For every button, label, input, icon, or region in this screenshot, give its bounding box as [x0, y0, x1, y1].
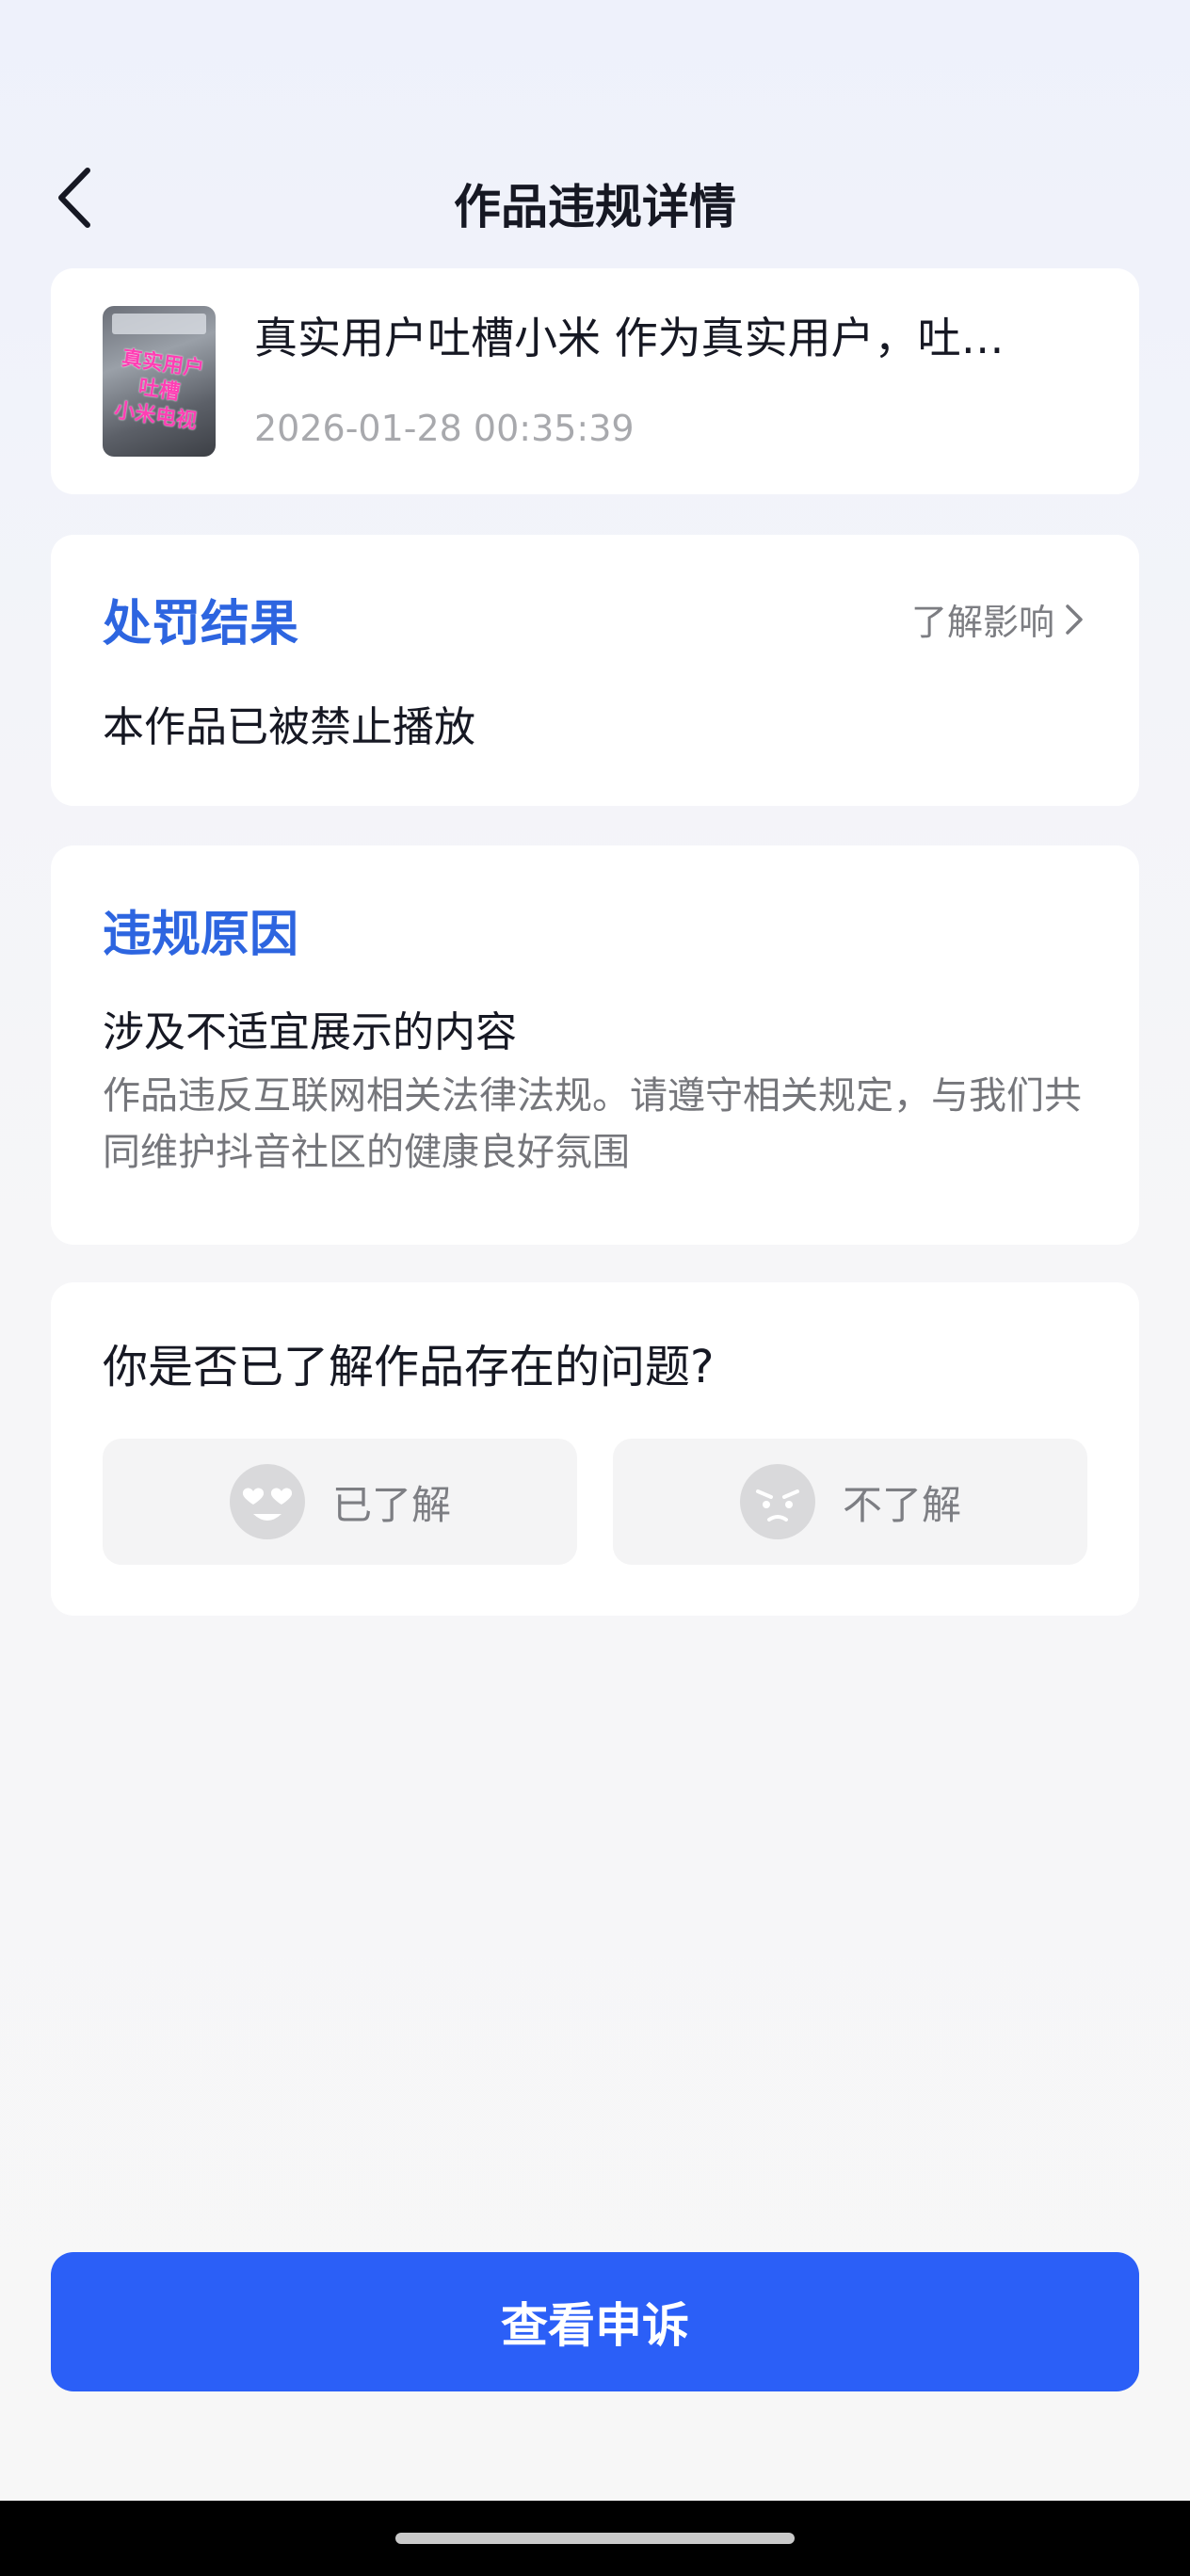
angry-face-icon: [739, 1464, 815, 1539]
learn-impact-label: 了解影响: [910, 602, 1054, 643]
home-indicator[interactable]: [395, 2533, 795, 2544]
video-title: 真实用户吐槽小米 作为真实用户，吐…: [254, 313, 1005, 363]
header: 作品违规详情: [0, 141, 1190, 254]
reason-description: 作品违反互联网相关法律法规。请遵守相关规定，与我们共同维护抖音社区的健康良好氛围: [103, 1074, 1082, 1174]
understood-button[interactable]: 已了解: [103, 1439, 577, 1565]
not-understood-button[interactable]: 不了解: [613, 1439, 1087, 1565]
learn-impact-link[interactable]: 了解影响: [911, 593, 1085, 645]
video-card[interactable]: 真实用户 吐槽 小米电视 真实用户吐槽小米 作为真实用户，吐… 2026-01-…: [51, 268, 1139, 494]
not-understood-label: 不了解: [842, 1481, 961, 1528]
reason-card: 违规原因 涉及不适宜展示的内容 作品违反互联网相关法律法规。请遵守相关规定，与我…: [51, 845, 1139, 1245]
penalty-result: 本作品已被禁止播放: [103, 703, 475, 751]
chevron-right-icon: [1066, 604, 1083, 635]
understood-label: 已了解: [331, 1481, 451, 1528]
penalty-heading: 处罚结果: [103, 596, 299, 652]
video-timestamp: 2026-01-28 00:35:39: [254, 408, 635, 449]
feedback-card: 你是否已了解作品存在的问题? 已了解 不了解: [51, 1282, 1139, 1616]
reason-subtitle: 涉及不适宜展示的内容: [103, 1008, 517, 1056]
video-thumbnail[interactable]: 真实用户 吐槽 小米电视: [103, 306, 216, 457]
view-appeal-button[interactable]: 查看申诉: [51, 2252, 1139, 2391]
reason-heading: 违规原因: [103, 907, 299, 963]
feedback-question: 你是否已了解作品存在的问题?: [103, 1341, 715, 1393]
heart-eyes-face-icon: [229, 1464, 305, 1539]
page-title: 作品违规详情: [454, 180, 736, 234]
thumbnail-shelf: [112, 314, 206, 334]
system-nav-bar: [0, 2501, 1190, 2576]
thumbnail-caption: 真实用户 吐槽 小米电视: [112, 346, 206, 434]
penalty-card: 处罚结果 了解影响 本作品已被禁止播放: [51, 535, 1139, 806]
